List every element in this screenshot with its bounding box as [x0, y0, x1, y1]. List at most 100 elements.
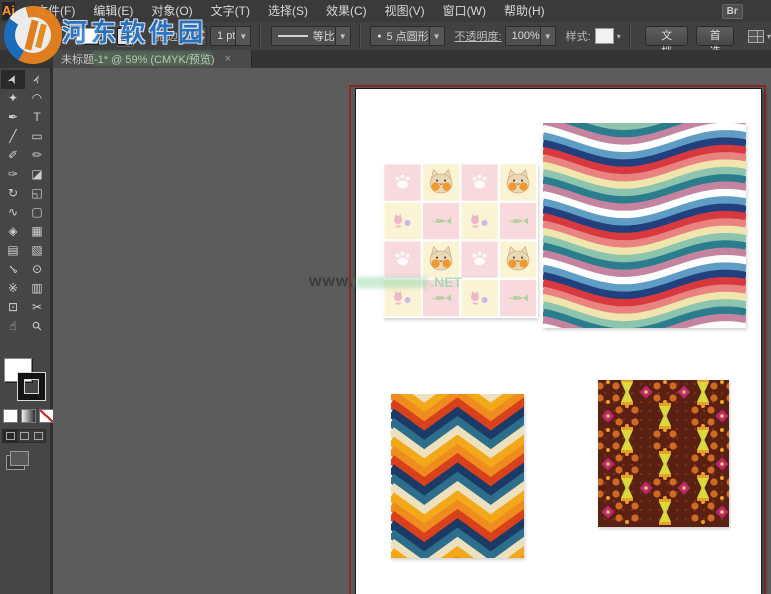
- paintbrush-tool[interactable]: ✐: [1, 146, 25, 165]
- menu-item-view[interactable]: 视图(V): [376, 0, 434, 22]
- profile-value: 等比: [313, 28, 335, 44]
- eraser-tool-icon: ◪: [31, 167, 42, 181]
- eyedropper-tool-icon: ⊸: [3, 259, 24, 280]
- lasso-tool[interactable]: ◠: [25, 89, 49, 108]
- rotate-tool[interactable]: ↻: [1, 184, 25, 203]
- style-swatch-select[interactable]: ▾: [595, 28, 621, 44]
- chevron-down-icon: ▾: [767, 32, 771, 41]
- brush-definition-select[interactable]: ● 5 点圆形 ▼: [370, 26, 444, 46]
- drawing-modes-row: [2, 429, 46, 443]
- watermark-url-prefix: www.: [309, 273, 354, 291]
- opacity-label[interactable]: 不透明度:: [455, 28, 502, 44]
- close-tab-icon[interactable]: ×: [225, 53, 231, 65]
- perspective-grid-tool[interactable]: ▦: [25, 222, 49, 241]
- shape-builder-tool[interactable]: ◈: [1, 222, 25, 241]
- hand-tool-icon: ☝: [9, 319, 16, 333]
- blend-tool-icon: ⊙: [32, 262, 42, 276]
- watermark-url-suffix: .NET: [430, 274, 462, 290]
- stroke-swatch[interactable]: [18, 373, 45, 400]
- draw-normal-button[interactable]: [3, 430, 17, 442]
- opacity-select[interactable]: 100% ▼: [505, 26, 556, 46]
- blend-tool[interactable]: ⊙: [25, 260, 49, 279]
- magic-wand-tool[interactable]: ✦: [1, 89, 25, 108]
- hand-tool[interactable]: ☝: [1, 317, 25, 336]
- line-segment-tool[interactable]: ╱: [1, 127, 25, 146]
- brush-dot-icon: ●: [377, 33, 381, 40]
- pattern-swatch-waves[interactable]: [543, 123, 746, 328]
- document-setup-button[interactable]: 文档设置: [645, 26, 688, 46]
- eraser-tool[interactable]: ◪: [25, 165, 49, 184]
- gradient-mode-button[interactable]: [21, 409, 36, 423]
- gradient-tool[interactable]: ▧: [25, 241, 49, 260]
- blob-brush-tool-icon: ✑: [8, 167, 18, 181]
- chevron-down-icon[interactable]: ▼: [429, 27, 444, 45]
- bridge-button[interactable]: Br: [722, 4, 743, 19]
- pen-tool-icon: ✒: [8, 110, 18, 124]
- pattern-swatch-ornate[interactable]: [598, 380, 729, 527]
- screen-mode-button[interactable]: [10, 451, 29, 466]
- pattern-swatch-chevron[interactable]: [391, 394, 524, 558]
- watermark-url: www. .NET: [309, 273, 462, 291]
- free-transform-tool[interactable]: ▢: [25, 203, 49, 222]
- slice-tool-icon: ✂: [32, 300, 42, 314]
- zoom-tool[interactable]: ⚲: [25, 317, 49, 336]
- draw-behind-button[interactable]: [17, 430, 31, 442]
- menu-item-help[interactable]: 帮助(H): [495, 0, 554, 22]
- rectangle-tool-icon: ▭: [31, 129, 42, 143]
- rotate-tool-icon: ↻: [8, 186, 18, 200]
- stroke-weight-value: 1 pt: [217, 30, 235, 42]
- perspective-grid-tool-icon: ▦: [31, 224, 42, 238]
- symbol-sprayer-tool-icon: ※: [8, 281, 18, 295]
- mesh-tool[interactable]: ▤: [1, 241, 25, 260]
- preferences-button[interactable]: 首选项: [696, 26, 734, 46]
- width-tool[interactable]: ∿: [1, 203, 25, 222]
- pattern-swatch-cats[interactable]: [383, 163, 538, 318]
- symbol-sprayer-tool[interactable]: ※: [1, 279, 25, 298]
- color-mode-button[interactable]: [3, 409, 18, 423]
- panel-icon: [748, 30, 764, 43]
- artboard-tool-icon: ⊡: [8, 300, 18, 314]
- selection-tool[interactable]: ➤: [1, 70, 25, 89]
- menu-item-type[interactable]: 文字(T): [202, 0, 259, 22]
- chevron-down-icon: ▾: [617, 32, 621, 41]
- chevron-down-icon[interactable]: ▼: [540, 27, 555, 45]
- scale-tool-icon: ◱: [31, 186, 42, 200]
- canvas-area[interactable]: www. .NET: [53, 68, 771, 594]
- stroke-weight-select[interactable]: 1 pt ▼: [210, 26, 251, 46]
- column-graph-tool[interactable]: ▥: [25, 279, 49, 298]
- draw-inside-button[interactable]: [31, 430, 45, 442]
- menu-item-effect[interactable]: 效果(C): [317, 0, 376, 22]
- style-label: 样式:: [566, 28, 591, 44]
- tools-panel: ➤➣ ✦ ◠ ✒ T ╱ ▭ ✐ ✏ ✑ ◪ ↻ ◱ ∿▢◈ ▦ ▤▧⊸ ⊙ ※ ▥ ⊡ ✂ ☝ ⚲: [0, 68, 53, 594]
- slice-tool[interactable]: ✂: [25, 298, 49, 317]
- brush-value: 5 点圆形: [386, 28, 428, 44]
- type-tool[interactable]: T: [25, 108, 49, 127]
- pen-tool[interactable]: ✒: [1, 108, 25, 127]
- line-segment-tool-icon: ╱: [9, 129, 16, 143]
- rectangle-tool[interactable]: ▭: [25, 127, 49, 146]
- artboard-tool[interactable]: ⊡: [1, 298, 25, 317]
- direct-selection-tool[interactable]: ➣: [25, 70, 49, 89]
- none-mode-button[interactable]: [39, 409, 54, 423]
- eyedropper-tool[interactable]: ⊸: [1, 260, 25, 279]
- scale-tool[interactable]: ◱: [25, 184, 49, 203]
- menu-item-select[interactable]: 选择(S): [259, 0, 317, 22]
- lasso-tool-icon: ◠: [32, 91, 42, 105]
- stroke-profile-icon: [278, 35, 308, 37]
- magic-wand-tool-icon: ✦: [8, 91, 18, 105]
- blob-brush-tool[interactable]: ✑: [1, 165, 25, 184]
- paintbrush-tool-icon: ✐: [8, 148, 18, 162]
- illustrator-window: Ai 文件(F)编辑(E)对象(O)文字(T)选择(S)效果(C)视图(V)窗口…: [0, 0, 771, 594]
- menu-item-window[interactable]: 窗口(W): [434, 0, 495, 22]
- pencil-tool[interactable]: ✏: [25, 146, 49, 165]
- pencil-tool-icon: ✏: [32, 148, 42, 162]
- direct-selection-tool-icon: ➣: [26, 71, 47, 88]
- control-panel-menu-button[interactable]: ▾: [748, 30, 771, 43]
- chevron-down-icon[interactable]: ▼: [335, 27, 350, 45]
- watermark-site-logo: [4, 6, 62, 64]
- width-profile-select[interactable]: 等比 ▼: [271, 26, 351, 46]
- selection-tool-icon: ➤: [2, 71, 23, 88]
- chevron-down-icon[interactable]: ▼: [235, 27, 250, 45]
- watermark-url-blur: [356, 277, 428, 288]
- style-swatch-box: [595, 28, 614, 44]
